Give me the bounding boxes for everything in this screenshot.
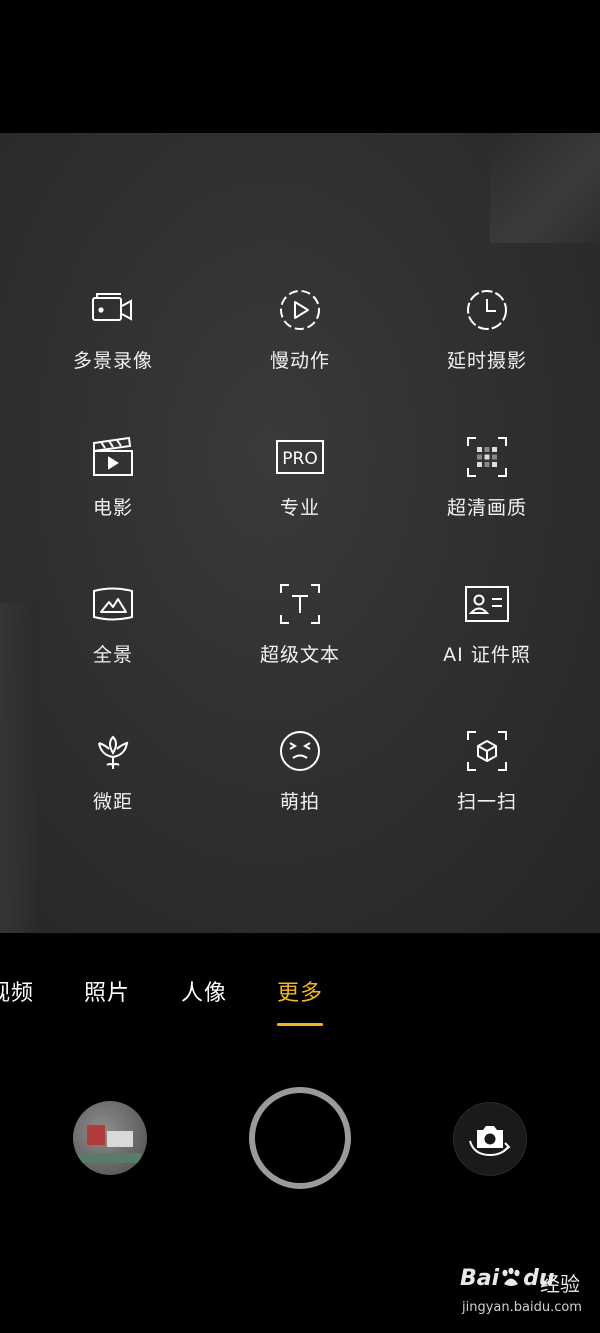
more-modes-grid: 多景录像 慢动作 延时摄影 电影 PRO 专业 超清画质 全景 超级文本 AI … (0, 133, 600, 933)
tab-more[interactable]: 更多 (277, 975, 323, 1007)
mode-ultra-hd[interactable]: 超清画质 (387, 435, 587, 555)
shutter-button[interactable] (248, 1086, 352, 1190)
switch-camera-icon (454, 1103, 526, 1175)
pro-mode-icon: PRO (276, 435, 324, 479)
mode-super-text[interactable]: 超级文本 (200, 582, 400, 702)
active-tab-indicator (277, 1023, 323, 1026)
mode-panorama[interactable]: 全景 (13, 582, 213, 702)
id-photo-icon (465, 582, 509, 626)
tab-video[interactable]: 视频 (0, 975, 34, 1007)
time-lapse-icon (465, 288, 509, 332)
mode-movie[interactable]: 电影 (13, 435, 213, 555)
tab-portrait[interactable]: 人像 (181, 975, 227, 1007)
mode-macro[interactable]: 微距 (13, 729, 213, 849)
cute-face-icon (278, 729, 322, 773)
gallery-thumbnail[interactable] (73, 1101, 147, 1175)
ultra-hd-icon (465, 435, 509, 479)
mode-time-lapse[interactable]: 延时摄影 (387, 288, 587, 408)
mode-id-photo[interactable]: AI 证件照 (387, 582, 587, 702)
mode-pro[interactable]: PRO 专业 (200, 435, 400, 555)
mode-slow-motion[interactable]: 慢动作 (200, 288, 400, 408)
macro-flower-icon (91, 729, 135, 773)
paw-icon (499, 1267, 523, 1289)
baidu-jingyan-watermark: Bai du 经验 jingyan.baidu.com (460, 1266, 582, 1315)
mode-cute-shot[interactable]: 萌拍 (200, 729, 400, 849)
movie-clapper-icon (91, 435, 135, 479)
panorama-icon (91, 582, 135, 626)
svg-text:PRO: PRO (282, 449, 317, 469)
top-bar (0, 0, 600, 133)
super-text-icon (278, 582, 322, 626)
camera-mode-tabs: 视频 照片 人像 更多 (0, 965, 600, 1026)
switch-camera-button[interactable] (453, 1102, 527, 1176)
mode-scan[interactable]: 扫一扫 (387, 729, 587, 849)
slow-motion-icon (278, 288, 322, 332)
scan-cube-icon (465, 729, 509, 773)
mode-multi-scene-video[interactable]: 多景录像 (13, 288, 213, 408)
tab-photo[interactable]: 照片 (84, 975, 130, 1007)
multi-scene-video-icon (91, 288, 135, 332)
